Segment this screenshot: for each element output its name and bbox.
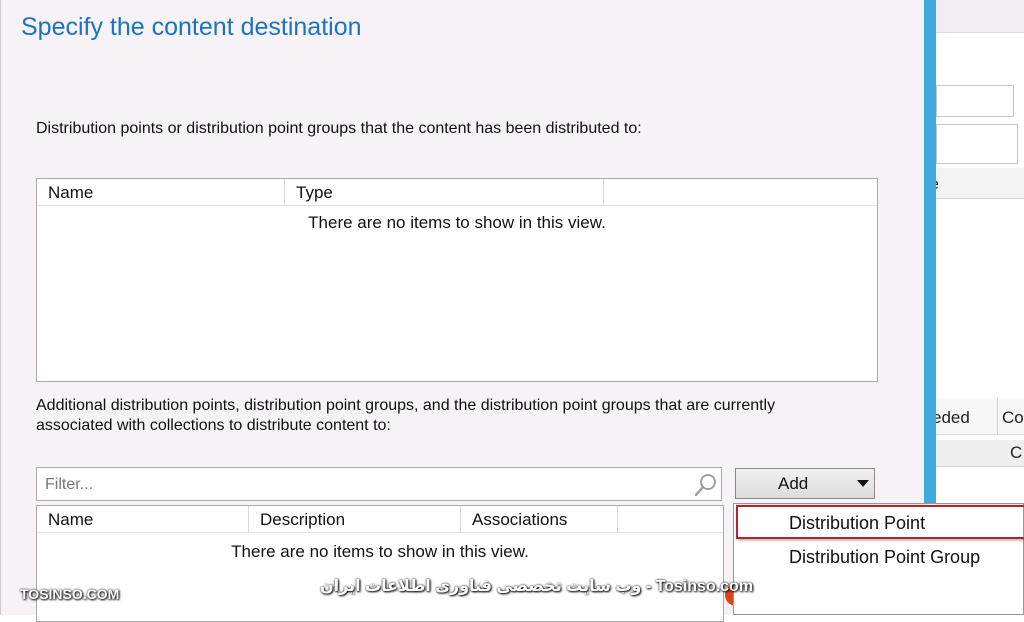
background-list-header (936, 168, 1024, 199)
column-name[interactable]: Name (37, 179, 285, 205)
distributed-label: Distribution points or distribution poin… (36, 120, 642, 137)
background-column-divider (997, 398, 998, 434)
distributed-list-header: Name Type (37, 179, 877, 206)
background-row-text: C (1010, 443, 1023, 462)
background-field (936, 85, 1014, 117)
menu-item-distribution-point-group[interactable]: Distribution Point Group (789, 547, 980, 568)
highlight-box (736, 505, 1024, 539)
background-header-text: e (936, 176, 939, 194)
add-button[interactable]: Add (735, 468, 875, 499)
empty-message: There are no items to show in this view. (231, 542, 529, 561)
filter-input[interactable] (43, 473, 687, 497)
destination-list-header: Name Description Associations (37, 506, 723, 533)
additional-label: Additional distribution points, distribu… (36, 397, 776, 434)
caret-down-icon (857, 480, 869, 487)
column-name[interactable]: Name (37, 506, 249, 532)
column-associations[interactable]: Associations (461, 506, 618, 532)
background-column-b: Co (1002, 408, 1024, 427)
watermark-logo-text: TOSINSO.COM (20, 586, 120, 602)
column-description[interactable]: Description (249, 506, 461, 532)
column-type[interactable]: Type (285, 179, 604, 205)
page-title: Specify the content destination (21, 13, 362, 41)
watermark-text: وب سایت تخصصی فناوری اطلاعات ایران - Tos… (320, 578, 754, 595)
empty-message: There are no items to show in this view. (308, 213, 606, 232)
distributed-list[interactable]: Name Type There are no items to show in … (36, 178, 878, 382)
search-icon[interactable] (691, 471, 719, 499)
filter-box[interactable] (36, 467, 722, 501)
background-field (936, 124, 1018, 164)
background-column-a: eded (936, 408, 970, 427)
background-titlebar (936, 0, 1024, 33)
destination-list[interactable]: Name Description Associations There are … (36, 505, 724, 622)
add-button-label: Add (778, 474, 809, 493)
